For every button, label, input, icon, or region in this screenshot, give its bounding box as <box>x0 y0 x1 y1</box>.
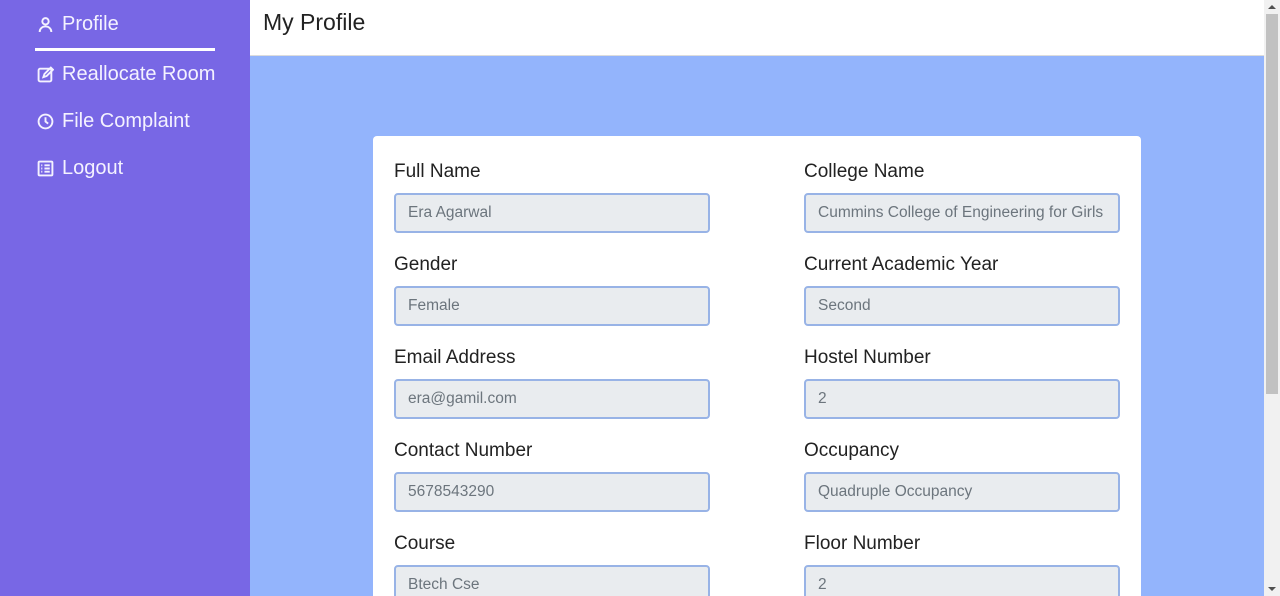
sidebar-item-label: Logout <box>62 157 124 179</box>
course-label: Course <box>394 533 456 554</box>
sidebar-item-logout[interactable]: Logout <box>36 157 123 180</box>
active-tab-underline <box>35 48 215 51</box>
floor-number-field: Floor Number <box>804 532 1120 596</box>
sidebar-item-label: Profile <box>62 13 119 35</box>
scroll-up-button[interactable] <box>1264 0 1280 14</box>
email-field: Email Address <box>394 346 710 419</box>
full-name-field: Full Name <box>394 160 710 233</box>
edit-icon <box>36 66 54 84</box>
occupancy-input[interactable] <box>804 472 1120 512</box>
college-name-input[interactable] <box>804 193 1120 233</box>
occupancy-field: Occupancy <box>804 439 1120 512</box>
clock-icon <box>36 113 54 131</box>
email-input[interactable] <box>394 379 710 419</box>
gender-input[interactable] <box>394 286 710 326</box>
sidebar-item-file-complaint[interactable]: File Complaint <box>36 110 190 133</box>
college-name-field: College Name <box>804 160 1120 233</box>
contact-number-label: Contact Number <box>394 440 533 461</box>
sidebar-item-label: File Complaint <box>62 110 190 132</box>
academic-year-field: Current Academic Year <box>804 253 1120 326</box>
gender-field: Gender <box>394 253 710 326</box>
scroll-down-button[interactable] <box>1264 582 1280 596</box>
sidebar-item-profile[interactable]: Profile <box>36 13 119 36</box>
floor-number-input[interactable] <box>804 565 1120 596</box>
hostel-number-label: Hostel Number <box>804 347 931 368</box>
page-scrollbar[interactable] <box>1264 0 1280 596</box>
sidebar-item-reallocate-room[interactable]: Reallocate Room <box>36 63 215 86</box>
profile-card: Full Name College Name Gender Current Ac… <box>373 136 1141 596</box>
hostel-number-field: Hostel Number <box>804 346 1120 419</box>
email-label: Email Address <box>394 347 516 368</box>
occupancy-label: Occupancy <box>804 440 900 461</box>
academic-year-input[interactable] <box>804 286 1120 326</box>
chevron-up-icon <box>1268 5 1276 9</box>
contact-number-field: Contact Number <box>394 439 710 512</box>
college-name-label: College Name <box>804 161 925 182</box>
gender-label: Gender <box>394 254 458 275</box>
user-icon <box>36 16 54 34</box>
course-input[interactable] <box>394 565 710 596</box>
floor-number-label: Floor Number <box>804 533 921 554</box>
course-field: Course <box>394 532 710 596</box>
sidebar: Profile Reallocate Room File Complaint L… <box>0 0 250 596</box>
full-name-input[interactable] <box>394 193 710 233</box>
sidebar-item-label: Reallocate Room <box>62 63 216 85</box>
header: My Profile <box>250 0 1264 56</box>
academic-year-label: Current Academic Year <box>804 254 999 275</box>
contact-number-input[interactable] <box>394 472 710 512</box>
scroll-thumb[interactable] <box>1266 14 1278 394</box>
page-title: My Profile <box>263 9 366 35</box>
list-icon <box>36 160 54 178</box>
main-content: Full Name College Name Gender Current Ac… <box>250 56 1264 596</box>
full-name-label: Full Name <box>394 161 481 182</box>
chevron-down-icon <box>1268 587 1276 591</box>
hostel-number-input[interactable] <box>804 379 1120 419</box>
